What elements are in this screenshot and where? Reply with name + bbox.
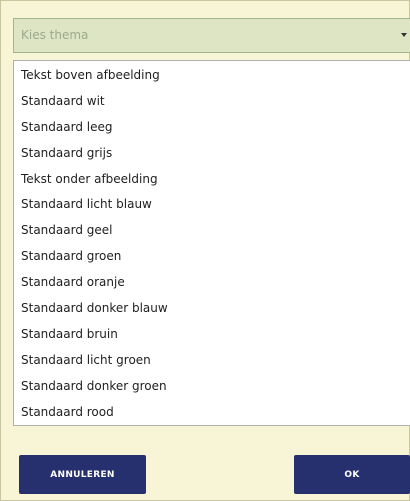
theme-select[interactable]: Kies thema bbox=[13, 18, 410, 53]
theme-option[interactable]: Standaard grijs bbox=[14, 141, 410, 167]
theme-option[interactable]: Standaard geel bbox=[14, 218, 410, 244]
theme-option[interactable]: Standaard leeg bbox=[14, 115, 410, 141]
ok-button[interactable]: OK bbox=[294, 455, 410, 494]
theme-option[interactable]: Standaard licht blauw bbox=[14, 192, 410, 218]
theme-option[interactable]: Standaard donker groen bbox=[14, 374, 410, 400]
theme-option[interactable]: Standaard bruin bbox=[14, 322, 410, 348]
theme-option[interactable]: Tekst boven afbeelding bbox=[14, 63, 410, 89]
theme-option[interactable]: Tekst onder afbeelding bbox=[14, 167, 410, 193]
theme-list[interactable]: Tekst boven afbeelding Standaard wit Sta… bbox=[13, 60, 410, 426]
theme-option[interactable]: Standaard licht groen bbox=[14, 348, 410, 374]
theme-option[interactable]: Standaard rood bbox=[14, 400, 410, 425]
cancel-button[interactable]: ANNULEREN bbox=[19, 455, 146, 494]
theme-select-placeholder: Kies thema bbox=[21, 28, 89, 42]
theme-option[interactable]: Standaard oranje bbox=[14, 270, 410, 296]
theme-option[interactable]: Standaard donker blauw bbox=[14, 296, 410, 322]
theme-dialog: Kies thema Tekst boven afbeelding Standa… bbox=[0, 0, 410, 501]
theme-option[interactable]: Standaard wit bbox=[14, 89, 410, 115]
theme-option[interactable]: Standaard groen bbox=[14, 244, 410, 270]
caret-down-icon[interactable] bbox=[401, 33, 407, 37]
